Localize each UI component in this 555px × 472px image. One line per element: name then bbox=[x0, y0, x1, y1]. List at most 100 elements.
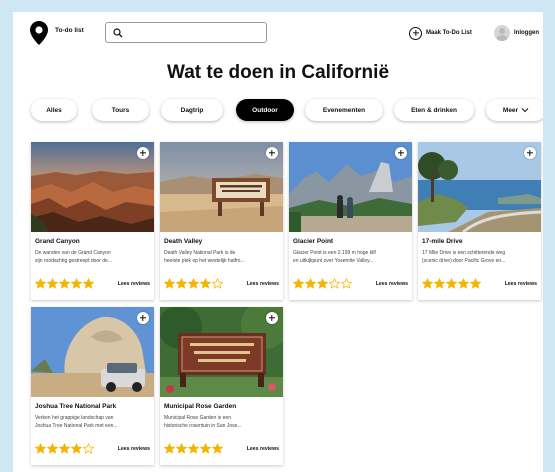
tab-meer[interactable]: Meer bbox=[486, 99, 543, 121]
add-to-list-button[interactable] bbox=[137, 312, 149, 324]
description-line: De wanden van de Grand Canyon bbox=[35, 250, 111, 256]
attraction-card[interactable]: Glacier Point Glacier Point is een 2.199… bbox=[289, 142, 412, 300]
star-rating bbox=[35, 278, 94, 289]
card-description: De wanden van de Grand Canyon zijn roodac… bbox=[35, 250, 151, 265]
search-box[interactable] bbox=[105, 22, 267, 43]
star-icon bbox=[47, 443, 58, 454]
login-label: Inloggen bbox=[514, 30, 539, 36]
star-rating bbox=[422, 278, 481, 289]
read-reviews-link[interactable]: Lees reviews bbox=[376, 281, 408, 287]
login-button[interactable]: Inloggen bbox=[494, 24, 539, 42]
search-icon bbox=[113, 28, 123, 38]
attraction-card[interactable]: Municipal Rose Garden Municipal Rose Gar… bbox=[160, 307, 283, 465]
description-line: historische rosentuin in San Jose... bbox=[164, 422, 242, 429]
star-icon bbox=[59, 443, 70, 454]
star-icon bbox=[164, 443, 175, 454]
add-to-list-button[interactable] bbox=[266, 147, 278, 159]
description-line: (scenic drive) door Pacific Grove en... bbox=[422, 257, 506, 264]
star-icon bbox=[434, 278, 445, 289]
description-line: Joshua Tree National Park met een... bbox=[35, 422, 118, 429]
star-rating bbox=[164, 278, 223, 289]
add-to-list-button[interactable] bbox=[137, 147, 149, 159]
card-image bbox=[289, 142, 412, 232]
star-icon bbox=[470, 278, 481, 289]
attraction-card[interactable]: Death Valley Death Valley National Park … bbox=[160, 142, 283, 300]
star-icon bbox=[188, 443, 199, 454]
card-description: 17 Mile Drive is een schitterende weg (sc… bbox=[422, 250, 538, 265]
card-image bbox=[31, 307, 154, 397]
star-icon bbox=[188, 278, 199, 289]
card-image bbox=[31, 142, 154, 232]
star-icon bbox=[71, 443, 82, 454]
description-line: heetste plek op het westelijk halfro... bbox=[164, 257, 245, 264]
card-image bbox=[160, 142, 283, 232]
plus-circle-icon bbox=[409, 26, 422, 40]
card-title[interactable]: Glacier Point bbox=[293, 238, 411, 245]
read-reviews-link[interactable]: Lees reviews bbox=[247, 446, 279, 452]
tab-label: Meer bbox=[502, 106, 519, 114]
tab-alles[interactable]: Alles bbox=[31, 99, 77, 121]
star-icon bbox=[200, 443, 211, 454]
rose-garden-photo bbox=[160, 307, 283, 397]
add-to-list-button[interactable] bbox=[524, 147, 536, 159]
attraction-card[interactable]: 17-mile Drive 17 Mile Drive is een schit… bbox=[418, 142, 541, 300]
page-title: Wat te doen in Californië bbox=[166, 62, 390, 83]
card-description: Municipal Rose Garden is een historische … bbox=[164, 415, 280, 430]
attraction-card[interactable]: Grand Canyon De wanden van de Grand Cany… bbox=[31, 142, 154, 300]
card-title[interactable]: Grand Canyon bbox=[35, 238, 153, 245]
star-rating bbox=[164, 443, 223, 454]
star-icon bbox=[446, 278, 457, 289]
card-title[interactable]: Joshua Tree National Park bbox=[35, 403, 153, 410]
logo-text[interactable]: To-do list bbox=[55, 27, 84, 34]
star-icon bbox=[458, 278, 469, 289]
read-reviews-link[interactable]: Lees reviews bbox=[118, 446, 150, 452]
page: To-do list Maak To-Do List Inloggen Wat … bbox=[13, 12, 543, 472]
tab-outdoor[interactable]: Outdoor bbox=[236, 99, 294, 121]
map-pin-icon[interactable] bbox=[30, 21, 48, 45]
star-icon bbox=[35, 443, 46, 454]
search-input[interactable] bbox=[126, 25, 264, 40]
star-icon bbox=[71, 278, 82, 289]
card-description: Death Valley National Park is de heetste … bbox=[164, 250, 280, 265]
star-icon bbox=[341, 278, 352, 289]
attraction-card[interactable]: Joshua Tree National Park Verken het gra… bbox=[31, 307, 154, 465]
star-rating bbox=[293, 278, 352, 289]
card-title[interactable]: 17-mile Drive bbox=[422, 238, 540, 245]
star-icon bbox=[47, 278, 58, 289]
star-icon bbox=[35, 278, 46, 289]
star-icon bbox=[164, 278, 175, 289]
add-to-list-button[interactable] bbox=[395, 147, 407, 159]
card-title[interactable]: Municipal Rose Garden bbox=[164, 403, 282, 410]
17-mile-drive-photo bbox=[418, 142, 541, 232]
star-icon bbox=[329, 278, 340, 289]
star-icon bbox=[59, 278, 70, 289]
star-icon bbox=[293, 278, 304, 289]
tab-evenementen[interactable]: Evenementen bbox=[305, 99, 383, 121]
tab-eten-drinken[interactable]: Eten & drinken bbox=[394, 99, 474, 121]
grand-canyon-photo bbox=[31, 142, 154, 232]
star-icon bbox=[200, 278, 211, 289]
card-image bbox=[418, 142, 541, 232]
star-icon bbox=[83, 278, 94, 289]
card-title[interactable]: Death Valley bbox=[164, 238, 282, 245]
read-reviews-link[interactable]: Lees reviews bbox=[505, 281, 537, 287]
tab-dagtrip[interactable]: Dagtrip bbox=[161, 99, 223, 121]
card-description: Glacier Point is een 2.199 m hoge klif en… bbox=[293, 250, 409, 265]
description-line: Verken het grappige landschap van bbox=[35, 415, 114, 421]
star-icon bbox=[317, 278, 328, 289]
star-icon bbox=[212, 278, 223, 289]
avatar-icon bbox=[494, 25, 510, 41]
add-to-list-button[interactable] bbox=[266, 312, 278, 324]
read-reviews-link[interactable]: Lees reviews bbox=[118, 281, 150, 287]
chevron-down-icon bbox=[521, 108, 529, 113]
description-line: zijn roodachtig gestreept door de... bbox=[35, 257, 112, 264]
tab-label: Tours bbox=[111, 106, 130, 114]
star-icon bbox=[176, 278, 187, 289]
read-reviews-link[interactable]: Lees reviews bbox=[247, 281, 279, 287]
description-line: en uitkijkpunt over Yosemite Valley... bbox=[293, 257, 374, 264]
make-list-button[interactable]: Maak To-Do List bbox=[409, 25, 472, 41]
tab-tours[interactable]: Tours bbox=[92, 99, 149, 121]
glacier-point-photo bbox=[289, 142, 412, 232]
death-valley-photo bbox=[160, 142, 283, 232]
star-icon bbox=[305, 278, 316, 289]
